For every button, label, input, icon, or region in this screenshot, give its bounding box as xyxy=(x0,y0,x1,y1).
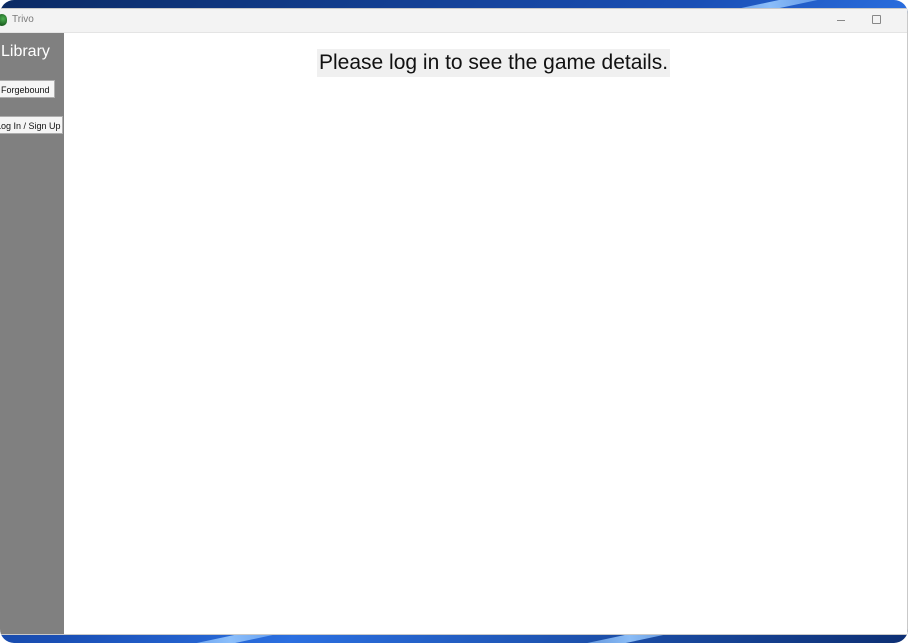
minimize-icon xyxy=(837,20,845,21)
login-signup-button[interactable]: Log In / Sign Up xyxy=(0,116,63,134)
desktop-background: Trivo Library Forgebound Log In / Sign U… xyxy=(0,0,908,643)
minimize-button[interactable] xyxy=(823,9,859,31)
sidebar: Library Forgebound Log In / Sign Up xyxy=(0,33,64,634)
sidebar-title: Library xyxy=(1,43,50,60)
maximize-button[interactable] xyxy=(858,9,894,31)
app-window: Trivo Library Forgebound Log In / Sign U… xyxy=(0,9,907,634)
window-title: Trivo xyxy=(12,14,34,25)
main-content: Please log in to see the game details. xyxy=(64,33,907,634)
app-logo-icon xyxy=(0,14,7,26)
title-bar[interactable]: Trivo xyxy=(0,9,907,33)
login-required-message: Please log in to see the game details. xyxy=(317,49,671,77)
maximize-icon xyxy=(872,15,881,24)
sidebar-item-forgebound[interactable]: Forgebound xyxy=(0,80,55,98)
